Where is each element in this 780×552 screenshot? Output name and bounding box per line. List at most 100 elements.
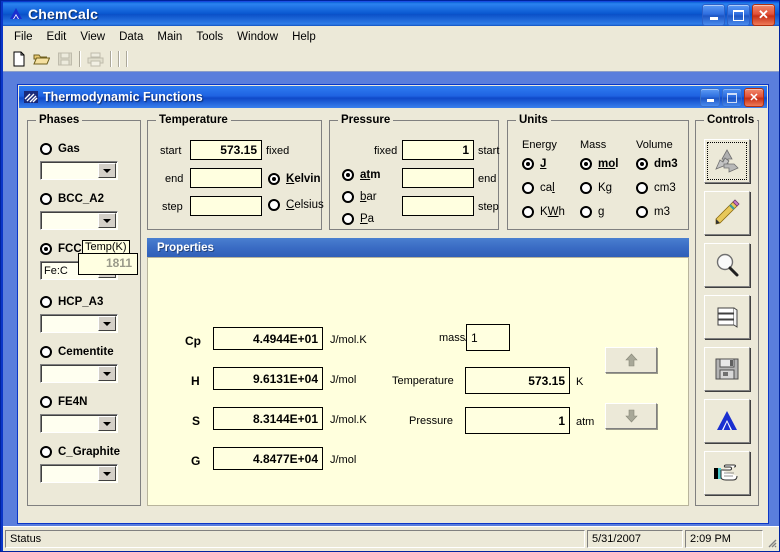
pressure-start-value: 1 bbox=[462, 143, 469, 157]
menu-item-help[interactable]: Help bbox=[285, 28, 323, 46]
units-radio-g[interactable]: g bbox=[580, 206, 604, 218]
pencil-button[interactable] bbox=[704, 191, 750, 235]
units-radio-cal[interactable]: cal bbox=[522, 182, 555, 194]
mass-per-mol-value: 1 bbox=[471, 330, 478, 345]
chevron-down-icon[interactable] bbox=[98, 213, 116, 228]
phase-radio-hcp-a3[interactable]: HCP_A3 bbox=[40, 296, 103, 308]
print-button[interactable] bbox=[84, 48, 107, 70]
pressure-input-field[interactable]: 1 bbox=[465, 407, 570, 434]
floppy-disk-button[interactable] bbox=[704, 347, 750, 391]
pressure-end-field[interactable] bbox=[402, 168, 474, 188]
pressure-input-label: Pressure bbox=[409, 415, 454, 427]
child-window-body: Phases Gas BCC_A2 FCC Fe:C Temp(K) 1811 … bbox=[19, 108, 767, 523]
phase-combo-fe4n[interactable] bbox=[40, 414, 118, 433]
units-radio-cm3[interactable]: cm3 bbox=[636, 182, 676, 194]
resize-grip-icon[interactable] bbox=[763, 530, 777, 548]
chevron-down-icon[interactable] bbox=[98, 366, 116, 381]
temperature-radio-celsius[interactable]: Celsius bbox=[268, 199, 324, 211]
menu-item-file[interactable]: File bbox=[7, 28, 40, 46]
units-radio-joule[interactable]: J bbox=[522, 158, 546, 170]
recycle-button[interactable] bbox=[704, 139, 750, 183]
chevron-down-icon[interactable] bbox=[98, 466, 116, 481]
phase-radio-c-graphite[interactable]: C_Graphite bbox=[40, 446, 120, 458]
phase-radio-fe4n[interactable]: FE4N bbox=[40, 396, 87, 408]
menu-item-edit[interactable]: Edit bbox=[40, 28, 74, 46]
save-button[interactable] bbox=[53, 48, 76, 70]
temperature-step-field[interactable] bbox=[190, 196, 262, 216]
toolbar-separator bbox=[126, 51, 128, 67]
child-close-button[interactable]: ✕ bbox=[744, 88, 764, 107]
temperature-end-field[interactable] bbox=[190, 168, 262, 188]
pressure-start-label: start bbox=[478, 145, 500, 157]
minimize-button[interactable] bbox=[702, 4, 725, 26]
units-radio-kwh[interactable]: KWh bbox=[522, 206, 565, 218]
menu-item-main[interactable]: Main bbox=[150, 28, 189, 46]
triangle-logo-button[interactable] bbox=[704, 399, 750, 443]
phase-radio-cementite[interactable]: Cementite bbox=[40, 346, 114, 358]
controls-legend: Controls bbox=[704, 114, 758, 126]
close-button[interactable]: ✕ bbox=[752, 4, 775, 26]
temperature-start-field[interactable]: 573.15 bbox=[190, 140, 262, 160]
pointing-hand-button[interactable] bbox=[704, 451, 750, 495]
pressure-radio-atm[interactable]: atm bbox=[342, 169, 380, 181]
pressure-radio-pa[interactable]: Pa bbox=[342, 213, 374, 225]
radio-indicator bbox=[40, 243, 52, 255]
phase-combo-c-graphite[interactable] bbox=[40, 464, 118, 483]
child-maximize-button[interactable] bbox=[722, 88, 742, 107]
temperature-legend: Temperature bbox=[156, 114, 231, 126]
chevron-down-icon[interactable] bbox=[98, 163, 116, 178]
chevron-down-icon[interactable] bbox=[98, 416, 116, 431]
property-value-cp[interactable]: 4.4944E+01 bbox=[213, 327, 323, 350]
phase-radio-fcc[interactable]: FCC bbox=[40, 243, 82, 255]
chevron-down-icon[interactable] bbox=[98, 316, 116, 331]
pressure-input-value: 1 bbox=[558, 413, 565, 428]
child-minimize-button[interactable] bbox=[700, 88, 720, 107]
menu-item-window[interactable]: Window bbox=[230, 28, 285, 46]
mass-per-mol-field[interactable]: 1 bbox=[466, 324, 510, 351]
step-up-button[interactable] bbox=[605, 347, 657, 373]
phase-combo-cementite[interactable] bbox=[40, 364, 118, 383]
property-value-h[interactable]: 9.6131E+04 bbox=[213, 367, 323, 390]
temperature-end-label: end bbox=[165, 173, 184, 185]
units-option-label: g bbox=[598, 206, 605, 218]
status-date: 5/31/2007 bbox=[587, 530, 683, 548]
temperature-radio-kelvin[interactable]: Kelvin bbox=[268, 173, 321, 185]
step-down-button[interactable] bbox=[605, 403, 657, 429]
property-value-g[interactable]: 4.8477E+04 bbox=[213, 447, 323, 470]
recycle-icon bbox=[715, 149, 739, 173]
units-radio-m3[interactable]: m3 bbox=[636, 206, 670, 218]
new-document-button[interactable] bbox=[7, 48, 30, 70]
property-value-s[interactable]: 8.3144E+01 bbox=[213, 407, 323, 430]
phase-combo-gas[interactable] bbox=[40, 161, 118, 180]
units-radio-dm3[interactable]: dm3 bbox=[636, 158, 678, 170]
menu-item-view[interactable]: View bbox=[73, 28, 112, 46]
phase-label: HCP_A3 bbox=[58, 296, 104, 308]
maximize-button[interactable] bbox=[727, 4, 750, 26]
pressure-radio-bar[interactable]: bar bbox=[342, 191, 377, 203]
pressure-input-unit: atm bbox=[576, 416, 595, 428]
close-icon: ✕ bbox=[758, 7, 769, 22]
phase-radio-gas[interactable]: Gas bbox=[40, 143, 80, 155]
units-radio-kg[interactable]: Kg bbox=[580, 182, 612, 194]
phase-combo-bcc-a2[interactable] bbox=[40, 211, 118, 230]
phase-radio-bcc-a2[interactable]: BCC_A2 bbox=[40, 193, 104, 205]
radio-indicator bbox=[580, 182, 592, 194]
radio-indicator bbox=[268, 173, 280, 185]
temperature-input-field[interactable]: 573.15 bbox=[465, 367, 570, 394]
property-s-value: 8.3144E+01 bbox=[252, 411, 318, 426]
units-radio-mol[interactable]: mol bbox=[580, 158, 618, 170]
title-bar: ChemCalc ✕ bbox=[3, 2, 779, 26]
phase-combo-hcp-a3[interactable] bbox=[40, 314, 118, 333]
pressure-legend: Pressure bbox=[338, 114, 394, 126]
database-button[interactable] bbox=[704, 295, 750, 339]
magnifier-button[interactable] bbox=[704, 243, 750, 287]
menu-item-tools[interactable]: Tools bbox=[189, 28, 230, 46]
temperature-scale-label: Kelvin bbox=[286, 173, 321, 185]
print-icon bbox=[87, 52, 103, 67]
pressure-start-field[interactable]: 1 bbox=[402, 140, 474, 160]
pressure-step-field[interactable] bbox=[402, 196, 474, 216]
menu-item-data[interactable]: Data bbox=[112, 28, 150, 46]
tooltip-value: 1811 bbox=[105, 256, 132, 270]
open-folder-button[interactable] bbox=[30, 48, 53, 70]
pressure-step-label: step bbox=[478, 201, 499, 213]
